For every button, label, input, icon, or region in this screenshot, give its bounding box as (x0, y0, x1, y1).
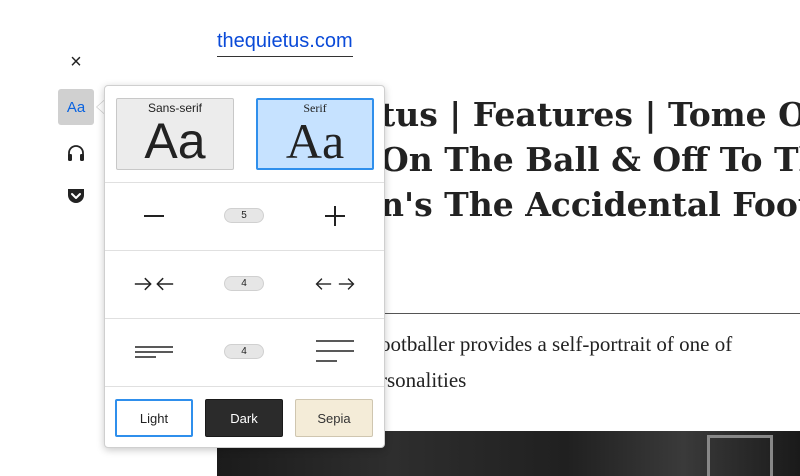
close-reader-button[interactable]: × (58, 44, 94, 80)
save-to-pocket-button[interactable] (58, 178, 94, 214)
type-controls-button[interactable]: Aa (58, 89, 94, 125)
plus-icon (325, 206, 345, 226)
decrease-line-height-button[interactable] (134, 337, 174, 367)
headline-line-3: n's The Accidental Foot (380, 185, 800, 224)
article-dek-line-2: rsonalities (380, 368, 467, 392)
headline-line-1: tus | Features | Tome O (380, 95, 800, 134)
font-serif-sample: Aa (285, 113, 345, 169)
panel-divider (105, 318, 384, 319)
spaced-lines-icon (316, 340, 354, 362)
increase-font-size-button[interactable] (315, 201, 355, 231)
line-height-value: 4 (224, 344, 264, 359)
font-sans-serif-sample: Aa (144, 113, 206, 169)
font-sans-serif-button[interactable]: Sans-serif Aa (116, 98, 234, 170)
close-icon: × (70, 50, 82, 73)
font-size-value: 5 (224, 208, 264, 223)
narrate-button[interactable] (58, 135, 94, 171)
article-divider (380, 313, 800, 314)
increase-content-width-button[interactable] (315, 269, 355, 299)
theme-sepia-label: Sepia (317, 410, 351, 426)
content-width-value: 4 (224, 276, 264, 291)
panel-divider (105, 250, 384, 251)
article-dek-line-1: ootballer provides a self-portrait of on… (380, 332, 733, 356)
type-controls-panel: Sans-serif Aa Serif Aa 5 4 4 Light Dark … (104, 85, 385, 448)
increase-line-height-button[interactable] (315, 337, 355, 367)
font-serif-button[interactable]: Serif Aa (256, 98, 374, 170)
theme-dark-label: Dark (230, 410, 258, 426)
pocket-icon (68, 189, 84, 203)
wide-width-icon (315, 278, 355, 290)
theme-light-label: Light (139, 410, 169, 426)
compact-lines-icon (135, 346, 173, 358)
theme-dark-button[interactable]: Dark (205, 399, 283, 437)
narrow-width-icon (134, 277, 174, 291)
decrease-font-size-button[interactable] (134, 201, 174, 231)
site-link[interactable]: thequietus.com (217, 29, 353, 57)
headline-line-2: On The Ball & Off To Th (380, 140, 800, 179)
reader-view: thequietus.com tus | Features | Tome O O… (0, 0, 800, 476)
type-controls-icon: Aa (66, 98, 86, 116)
minus-icon (144, 215, 164, 217)
decrease-content-width-button[interactable] (134, 269, 174, 299)
panel-divider (105, 386, 384, 387)
headphones-icon (68, 145, 84, 161)
theme-light-button[interactable]: Light (115, 399, 193, 437)
theme-sepia-button[interactable]: Sepia (295, 399, 373, 437)
panel-divider (105, 182, 384, 183)
